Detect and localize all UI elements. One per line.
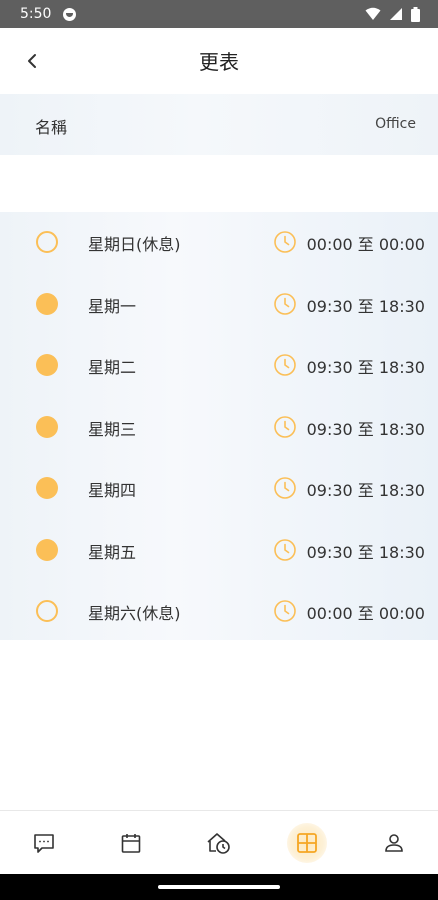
nav-profile[interactable] [370,819,418,867]
wifi-icon [365,7,381,20]
status-time: 5:50 [20,6,52,22]
name-row: 名稱 Office [0,94,438,155]
clock-icon[interactable] [273,353,297,377]
user-icon [385,834,403,852]
day-status-indicator[interactable] [36,354,58,376]
day-label: 星期四 [88,481,137,500]
notification-icon [63,7,77,21]
nav-attendance[interactable] [195,819,243,867]
name-label: 名稱 [35,118,68,137]
clock-icon[interactable] [273,292,297,316]
day-status-indicator[interactable] [36,538,58,561]
day-label: 星期五 [88,542,137,562]
calendar-icon [122,834,141,853]
nav-calendar[interactable] [107,819,155,867]
home-indicator[interactable] [158,885,280,889]
day-status-indicator[interactable] [36,600,58,622]
chat-icon [33,834,54,853]
page-title: 更表 [199,50,239,74]
day-time-range: 00:00 至 00:00 [306,604,425,623]
day-time-range: 09:30 至 18:30 [306,542,425,562]
clock-icon[interactable] [273,476,297,500]
schedule-row[interactable]: 星期六(休息) 00:00 至 00:00 [0,581,438,643]
day-time-range: 09:30 至 18:30 [306,419,425,439]
name-value: Office [375,116,416,132]
day-label: 星期一 [88,296,137,316]
clock-icon[interactable] [273,230,297,254]
day-status-indicator[interactable] [36,477,58,499]
day-label: 星期日(休息) [88,235,181,254]
schedule-row[interactable]: 星期日(休息) 00:00 至 00:00 [0,212,438,274]
day-label: 星期六(休息) [88,604,181,623]
schedule-row[interactable]: 星期一 09:30 至 18:30 [0,274,438,336]
day-time-range: 09:30 至 18:30 [306,296,425,316]
schedule-row[interactable]: 星期三 09:30 至 18:30 [0,397,438,459]
header: 更表 [0,28,438,94]
day-status-indicator[interactable] [36,415,58,438]
day-time-range: 09:30 至 18:30 [306,481,425,500]
schedule-row[interactable]: 星期二 09:30 至 18:30 [0,335,438,397]
gesture-area [0,874,438,900]
day-time-range: 00:00 至 00:00 [306,235,425,254]
clock-icon[interactable] [273,415,297,439]
nav-chat[interactable] [20,819,68,867]
bottom-nav [0,810,438,875]
schedule-row[interactable]: 星期四 09:30 至 18:30 [0,458,438,520]
day-label: 星期三 [88,419,137,439]
day-label: 星期二 [88,358,137,377]
clock-icon[interactable] [273,538,297,562]
nav-schedule[interactable] [283,819,331,867]
status-bar: 5:50 [0,0,438,28]
day-status-indicator[interactable] [36,231,58,253]
day-status-indicator[interactable] [36,292,58,315]
schedule-list: 星期日(休息) 00:00 至 00:00 星期一 09:30 至 18:30 星期二 0… [0,212,438,640]
day-time-range: 09:30 至 18:30 [306,358,425,377]
signal-icon [390,8,402,20]
home-clock-icon [207,833,230,854]
grid-icon [296,833,317,853]
clock-icon[interactable] [273,599,297,623]
battery-icon [411,6,420,22]
schedule-row[interactable]: 星期五 09:30 至 18:30 [0,520,438,582]
